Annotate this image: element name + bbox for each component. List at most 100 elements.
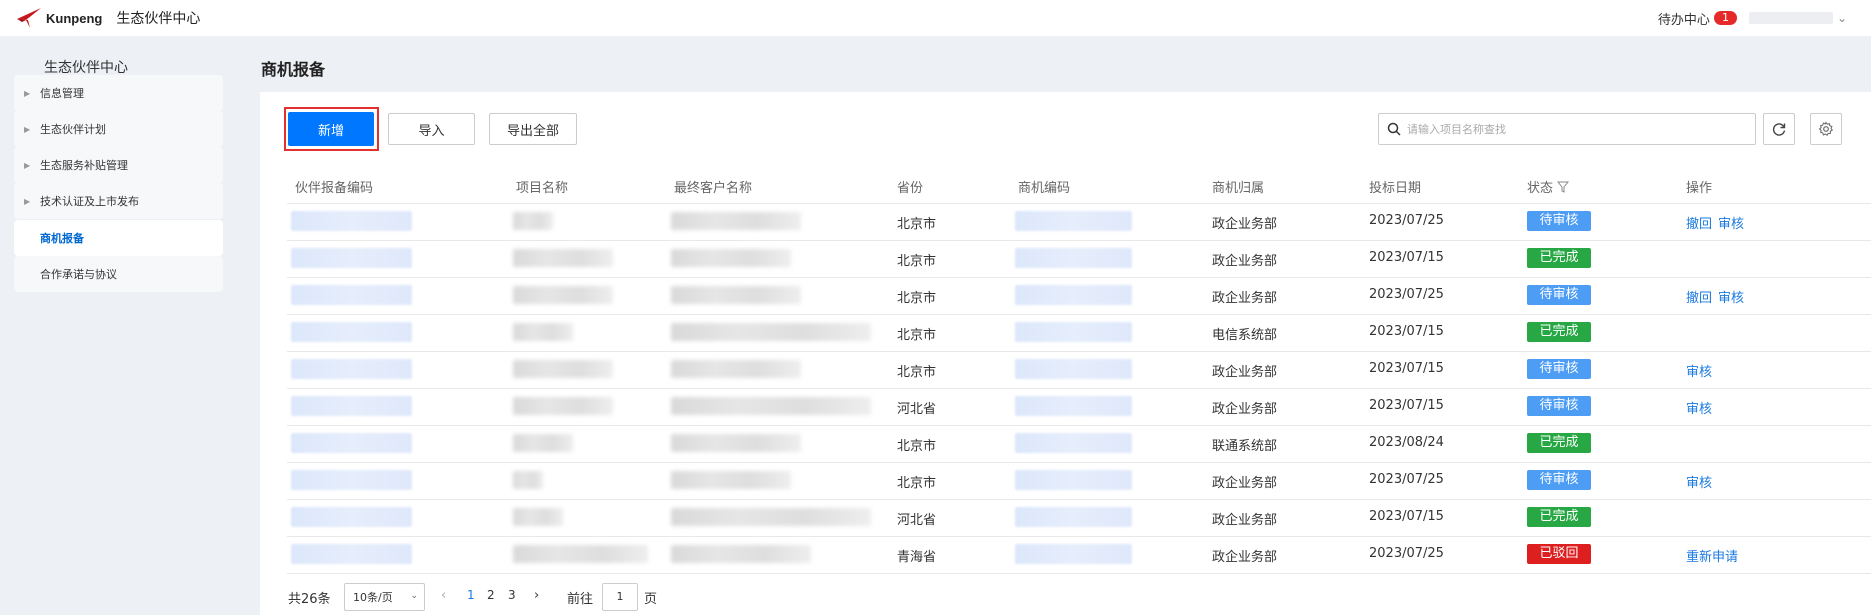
opportunity-code-cell[interactable]	[1015, 248, 1132, 268]
sidebar-item-subsidy[interactable]: ▶ 生态服务补贴管理	[14, 147, 223, 183]
page-number-3[interactable]: 3	[508, 588, 516, 602]
status-badge: 已完成	[1527, 322, 1591, 342]
owner-dept-cell: 政企业务部	[1212, 513, 1278, 528]
owner-dept-cell: 政企业务部	[1212, 254, 1278, 269]
project-name-cell	[513, 360, 613, 378]
column-header-project-name: 项目名称	[516, 181, 569, 196]
opportunity-code-cell[interactable]	[1015, 507, 1132, 527]
opportunity-code-cell[interactable]	[1015, 359, 1132, 379]
export-all-button[interactable]: 导出全部	[489, 113, 577, 145]
row-divider	[287, 351, 1871, 352]
partner-code-cell[interactable]	[291, 470, 412, 490]
column-header-bid-date: 投标日期	[1369, 181, 1422, 196]
bid-date-cell: 2023/07/25	[1369, 546, 1444, 561]
partner-code-cell[interactable]	[291, 507, 412, 527]
user-name[interactable]	[1748, 12, 1833, 24]
opportunity-code-cell[interactable]	[1015, 396, 1132, 416]
project-name-cell	[513, 249, 613, 267]
status-badge: 待审核	[1527, 211, 1591, 231]
status-badge: 已完成	[1527, 433, 1591, 453]
action-link[interactable]: 审核	[1718, 213, 1744, 232]
province-cell: 北京市	[897, 291, 937, 306]
column-header-opportunity-code: 商机编码	[1018, 181, 1071, 196]
action-link[interactable]: 审核	[1686, 361, 1712, 380]
partner-code-cell[interactable]	[291, 248, 412, 268]
opportunity-code-cell[interactable]	[1015, 285, 1132, 305]
opportunity-code-cell[interactable]	[1015, 433, 1132, 453]
refresh-button[interactable]	[1763, 113, 1795, 145]
opportunity-code-cell[interactable]	[1015, 470, 1132, 490]
row-divider	[287, 425, 1871, 426]
province-cell: 北京市	[897, 217, 937, 232]
status-badge: 已驳回	[1527, 544, 1591, 564]
goto-label: 前往	[567, 592, 594, 607]
action-link[interactable]: 重新申请	[1686, 546, 1738, 565]
partner-code-cell[interactable]	[291, 544, 412, 564]
partner-code-cell[interactable]	[291, 359, 412, 379]
add-button[interactable]: 新增	[288, 112, 374, 146]
row-divider	[287, 388, 1871, 389]
province-cell: 北京市	[897, 365, 937, 380]
next-page-button[interactable]: ›	[534, 588, 539, 603]
goto-page-input[interactable]: 1	[602, 583, 638, 611]
row-divider	[287, 573, 1871, 574]
action-link[interactable]: 审核	[1686, 472, 1712, 491]
owner-dept-cell: 政企业务部	[1212, 550, 1278, 565]
bid-date-cell: 2023/07/15	[1369, 509, 1444, 524]
page-number-1[interactable]: 1	[467, 588, 475, 602]
province-cell: 北京市	[897, 476, 937, 491]
prev-page-button[interactable]: ‹	[441, 588, 446, 603]
settings-button[interactable]	[1810, 113, 1842, 145]
opportunity-code-cell[interactable]	[1015, 544, 1132, 564]
bid-date-cell: 2023/07/15	[1369, 361, 1444, 376]
partner-code-cell[interactable]	[291, 396, 412, 416]
chevron-down-icon[interactable]: ⌄	[1837, 11, 1847, 25]
project-name-cell	[513, 212, 553, 230]
partner-code-cell[interactable]	[291, 285, 412, 305]
todo-center-link[interactable]: 待办中心	[1658, 9, 1710, 28]
kunpeng-logo-icon	[17, 8, 41, 28]
import-button[interactable]: 导入	[388, 113, 475, 145]
owner-dept-cell: 政企业务部	[1212, 217, 1278, 232]
caret-right-icon: ▶	[24, 124, 31, 134]
sidebar-title: 生态伙伴中心	[44, 60, 128, 76]
todo-count-badge: 1	[1713, 11, 1737, 25]
sidebar-item-agreements[interactable]: 合作承诺与协议	[14, 256, 223, 292]
sidebar-item-certification[interactable]: ▶ 技术认证及上市发布	[14, 183, 223, 219]
action-link[interactable]: 审核	[1686, 398, 1712, 417]
opportunity-code-cell[interactable]	[1015, 322, 1132, 342]
province-cell: 北京市	[897, 254, 937, 269]
column-header-customer-name: 最终客户名称	[674, 181, 753, 196]
project-name-cell	[513, 397, 613, 415]
sidebar-item-opportunity[interactable]: 商机报备	[14, 220, 223, 256]
page-unit-label: 页	[644, 592, 658, 607]
page-number-2[interactable]: 2	[487, 588, 495, 602]
partner-code-cell[interactable]	[291, 211, 412, 231]
province-cell: 河北省	[897, 402, 937, 417]
page-size-select[interactable]: 10条/页 ⌄	[344, 583, 425, 611]
project-name-cell	[513, 434, 573, 452]
owner-dept-cell: 政企业务部	[1212, 476, 1278, 491]
action-link[interactable]: 撤回	[1686, 287, 1712, 306]
action-link[interactable]: 审核	[1718, 287, 1744, 306]
sidebar-item-label: 信息管理	[40, 87, 84, 100]
action-link[interactable]: 撤回	[1686, 213, 1712, 232]
status-badge: 已完成	[1527, 507, 1591, 527]
sidebar-item-info-management[interactable]: ▶ 信息管理	[14, 75, 223, 111]
customer-name-cell	[671, 508, 871, 526]
row-divider	[287, 314, 1871, 315]
column-header-partner-code: 伙伴报备编码	[295, 181, 374, 196]
province-cell: 青海省	[897, 550, 937, 565]
filter-icon[interactable]	[1557, 181, 1569, 193]
owner-dept-cell: 电信系统部	[1212, 328, 1278, 343]
refresh-icon	[1772, 123, 1786, 136]
customer-name-cell	[671, 471, 791, 489]
sidebar-item-partner-plan[interactable]: ▶ 生态伙伴计划	[14, 111, 223, 147]
kunpeng-logo[interactable]: Kunpeng	[16, 7, 102, 29]
partner-code-cell[interactable]	[291, 322, 412, 342]
owner-dept-cell: 政企业务部	[1212, 291, 1278, 306]
opportunity-code-cell[interactable]	[1015, 211, 1132, 231]
partner-code-cell[interactable]	[291, 433, 412, 453]
status-badge: 已完成	[1527, 248, 1591, 268]
search-input[interactable]: 请输入项目名称查找	[1378, 113, 1756, 145]
